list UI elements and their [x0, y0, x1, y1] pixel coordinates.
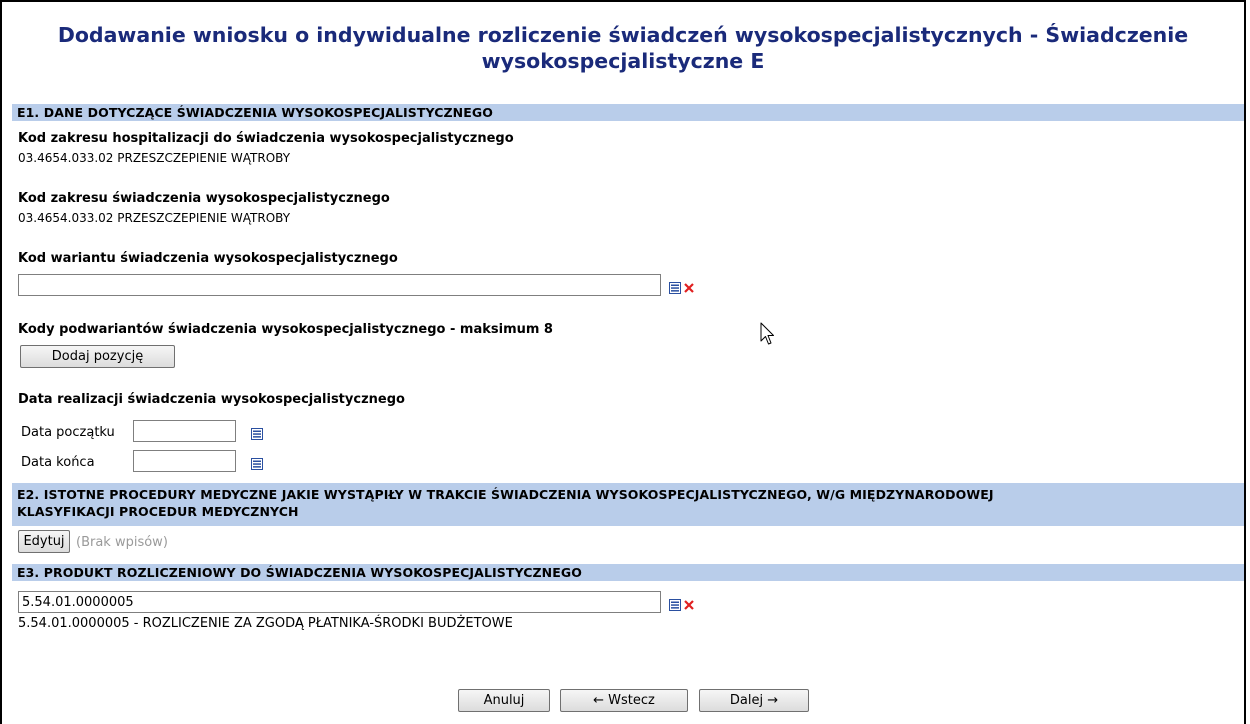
product-code-input[interactable] — [18, 591, 661, 613]
mouse-pointer-icon — [760, 322, 774, 350]
back-button[interactable]: ← Wstecz — [560, 689, 688, 712]
page-title-line2: wysokospecjalistyczne E — [481, 49, 765, 73]
section-e1-header: E1. DANE DOTYCZĄCE ŚWIADCZENIA WYSOKOSPE… — [12, 104, 1244, 121]
cancel-button[interactable]: Anuluj — [458, 689, 550, 712]
end-date-label: Data końca — [21, 455, 95, 470]
realization-date-label: Data realizacji świadczenia wysokospecja… — [18, 392, 405, 407]
add-position-button[interactable]: Dodaj pozycję — [20, 345, 175, 368]
section-e3-header: E3. PRODUKT ROZLICZENIOWY DO ŚWIADCZENIA… — [12, 564, 1244, 581]
application-window: Dodawanie wniosku o indywidualne rozlicz… — [0, 0, 1246, 724]
section-e2-header-line1: E2. ISTOTNE PROCEDURY MEDYCZNE JAKIE WYS… — [17, 487, 994, 502]
variant-code-label: Kod wariantu świadczenia wysokospecjalis… — [18, 251, 398, 266]
list-picker-icon[interactable] — [669, 279, 681, 298]
page-title: Dodawanie wniosku o indywidualne rozlicz… — [12, 22, 1234, 74]
clear-x-icon[interactable] — [683, 279, 695, 298]
start-date-label: Data początku — [21, 425, 115, 440]
clear-x-icon[interactable] — [683, 596, 695, 615]
edit-button[interactable]: Edytuj — [18, 530, 70, 553]
service-scope-value: 03.4654.033.02 PRZESZCZEPIENIE WĄTROBY — [18, 211, 291, 225]
hospitalization-scope-value: 03.4654.033.02 PRZESZCZEPIENIE WĄTROBY — [18, 151, 291, 165]
empty-note: (Brak wpisów) — [76, 535, 168, 550]
list-picker-icon[interactable] — [669, 596, 681, 615]
calendar-icon[interactable] — [251, 425, 263, 444]
section-e2-header: E2. ISTOTNE PROCEDURY MEDYCZNE JAKIE WYS… — [12, 483, 1244, 526]
next-button[interactable]: Dalej → — [699, 689, 809, 712]
hospitalization-scope-label: Kod zakresu hospitalizacji do świadczeni… — [18, 131, 514, 146]
service-scope-label: Kod zakresu świadczenia wysokospecjalist… — [18, 191, 390, 206]
start-date-input[interactable] — [133, 420, 236, 442]
variant-code-input[interactable] — [18, 274, 661, 296]
product-description: 5.54.01.0000005 - ROZLICZENIE ZA ZGODĄ P… — [18, 616, 513, 631]
calendar-icon[interactable] — [251, 455, 263, 474]
end-date-input[interactable] — [133, 450, 236, 472]
section-e2-header-line2: KLASYFIKACJI PROCEDUR MEDYCZNYCH — [17, 504, 299, 519]
subvariant-codes-label: Kody podwariantów świadczenia wysokospec… — [18, 322, 553, 337]
page-title-line1: Dodawanie wniosku o indywidualne rozlicz… — [57, 23, 1189, 47]
